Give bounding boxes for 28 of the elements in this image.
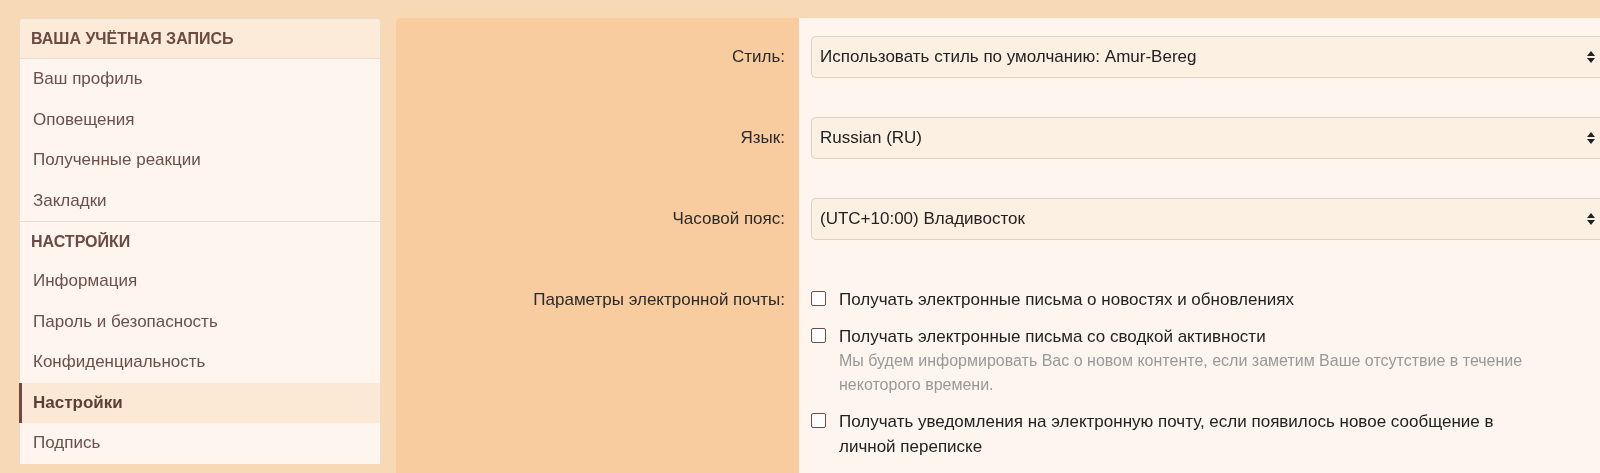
sidebar-item[interactable]: Конфиденциальность <box>19 342 380 383</box>
dropdown-arrows-icon <box>1587 131 1595 145</box>
section-heading: ВАША УЧЁТНАЯ ЗАПИСЬ <box>20 19 380 59</box>
dropdown-arrows-icon <box>1587 212 1595 226</box>
checkbox-label[interactable]: Получать электронные письма о новостях и обновлениях <box>839 287 1294 312</box>
field-label: Стиль: <box>731 47 785 66</box>
dropdown-arrows-icon <box>1587 50 1595 64</box>
checkbox[interactable] <box>811 413 826 428</box>
select-field[interactable]: (UTC+10:00) Владивосток <box>811 198 1600 240</box>
sidebar-item[interactable]: Информация <box>19 261 380 302</box>
select-field[interactable]: Использовать стиль по умолчанию: Amur-Bereg <box>811 36 1600 78</box>
hint-text: Мы будем информировать Вас о новом контенте, если заметим Ваше отсутствие в течение некоторого времени. <box>839 351 1524 395</box>
sidebar-item[interactable]: Ваш профиль <box>19 59 380 100</box>
checkbox[interactable] <box>811 328 826 343</box>
sidebar-item[interactable]: Закладки <box>19 180 380 221</box>
section-heading: НАСТРОЙКИ <box>20 221 380 261</box>
checkbox[interactable] <box>811 291 826 306</box>
sidebar-item[interactable]: Полученные реакции <box>19 140 380 181</box>
field-label: Язык: <box>740 128 785 147</box>
select-field[interactable]: Russian (RU) <box>811 117 1600 159</box>
field-label: Параметры электронной почты: <box>533 290 785 309</box>
checkbox-label[interactable]: Получать уведомления на электронную почту, если появилось новое сообщение в личной переписке <box>839 409 1550 459</box>
sidebar-item[interactable]: Подпись <box>19 423 380 464</box>
field-label: Часовой пояс: <box>672 209 785 228</box>
checkbox-label[interactable]: Получать электронные письма со сводкой активности <box>839 324 1550 349</box>
sidebar-item[interactable]: Оповещения <box>19 99 380 140</box>
sidebar-item[interactable]: Настройки <box>19 382 380 423</box>
sidebar-item[interactable]: Пароль и безопасность <box>19 301 380 342</box>
